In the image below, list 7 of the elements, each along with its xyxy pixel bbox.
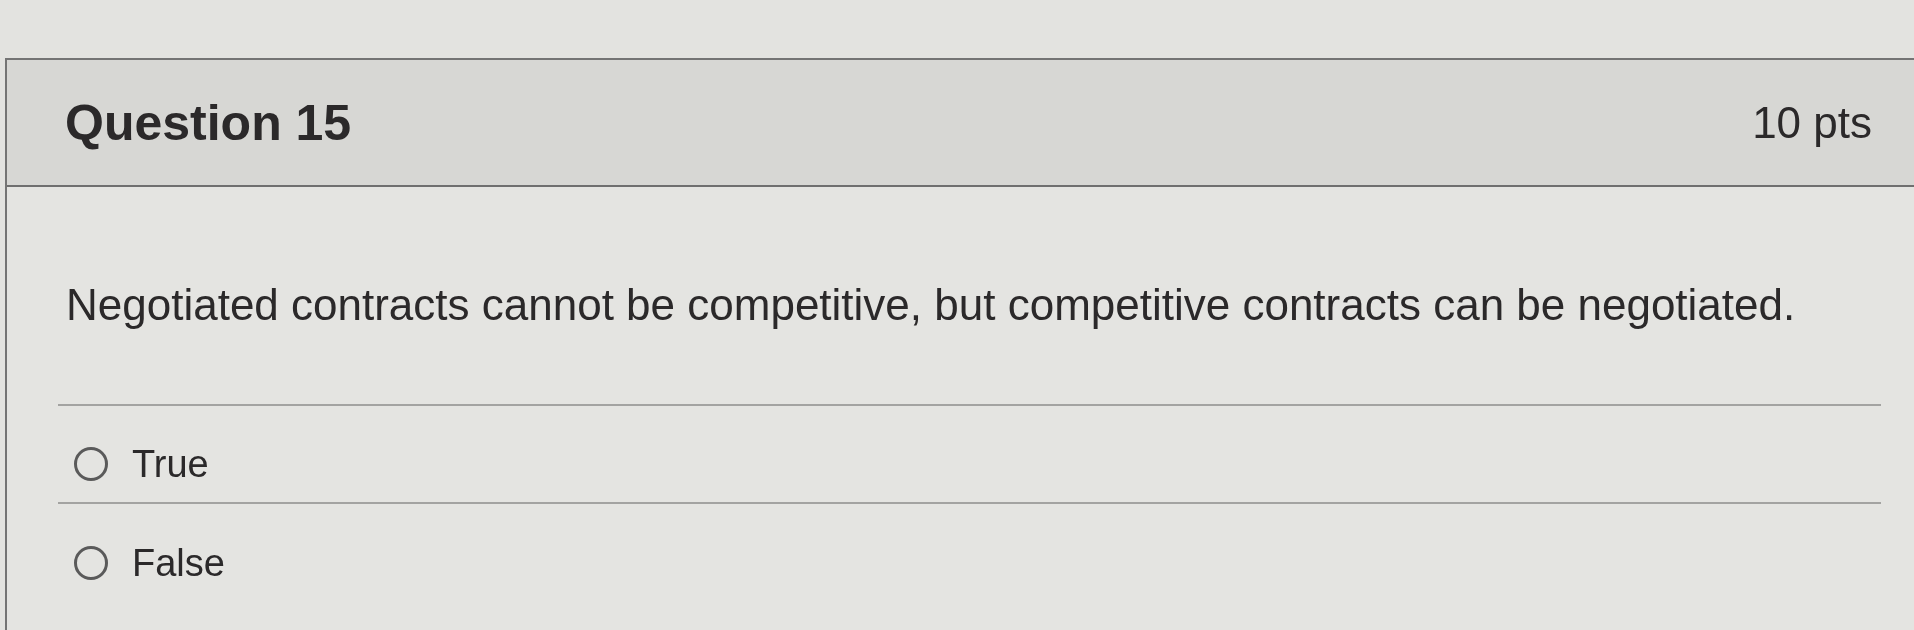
- radio-button[interactable]: [74, 446, 108, 481]
- radio-button[interactable]: [74, 545, 108, 580]
- answer-label[interactable]: False: [132, 543, 225, 582]
- answer-label[interactable]: True: [132, 444, 209, 483]
- question-title: Question 15: [65, 97, 352, 148]
- question-points: 10 pts: [1752, 100, 1872, 145]
- question-text: Negotiated contracts cannot be competitive, but competitive contracts can be negotiated.: [66, 279, 1797, 331]
